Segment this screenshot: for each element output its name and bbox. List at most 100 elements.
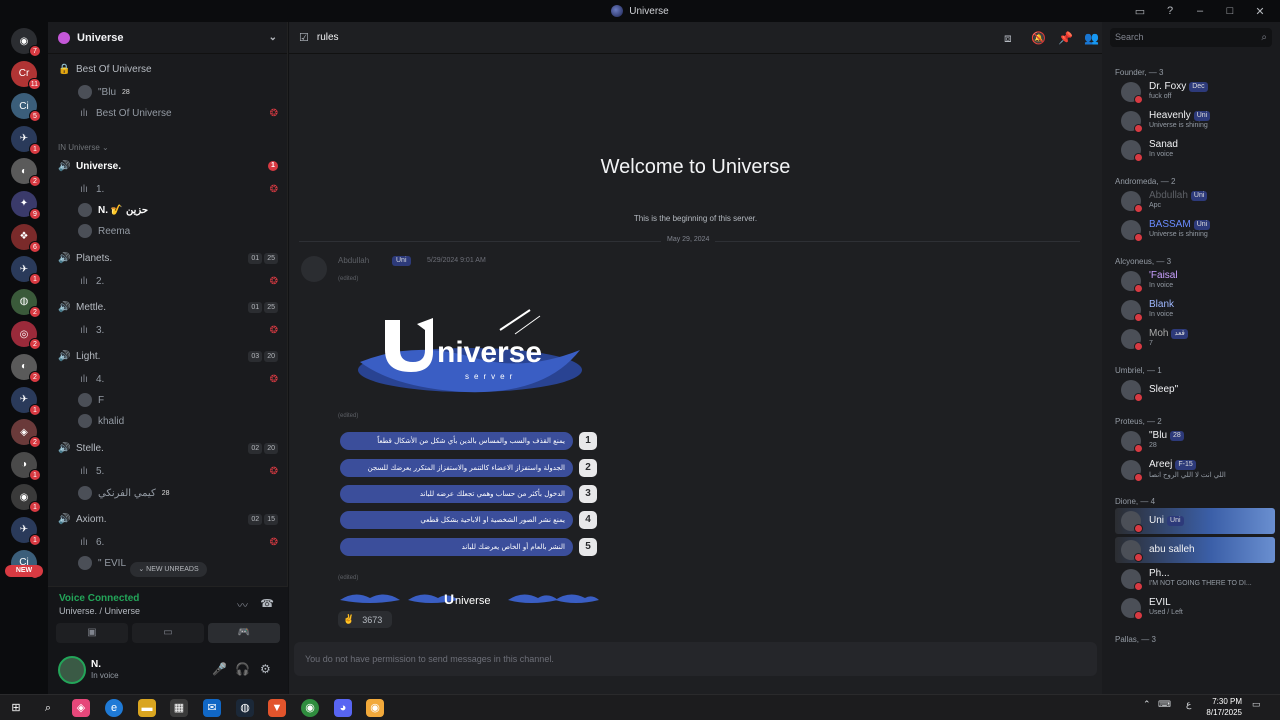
voice-user[interactable]: كيمي الفرنكي 28 xyxy=(78,484,278,502)
event-icon[interactable]: ❂ xyxy=(270,537,278,548)
member-item[interactable]: Ph... I'M NOT GOING THERE TO DI... xyxy=(1115,566,1275,592)
channel-item[interactable]: ılı 3. ❂ xyxy=(78,321,278,339)
store-icon[interactable]: ▦ xyxy=(170,699,188,717)
channel-item[interactable]: 🔊 Planets. 01 25 xyxy=(58,249,278,267)
message-author[interactable]: Abdullah xyxy=(338,256,369,265)
channel-item[interactable]: 🔊 Stelle. 02 20 xyxy=(58,439,278,457)
voice-user[interactable]: khalid xyxy=(78,412,278,430)
notification-muted-icon[interactable]: 🔕 xyxy=(1031,31,1046,45)
server-icon[interactable]: ◍ 2 xyxy=(11,288,41,318)
voice-user[interactable]: "Blu 28 xyxy=(78,83,278,101)
member-item[interactable]: Areej F-15 اللي انت لا اللي الروح انصا xyxy=(1115,457,1275,483)
member-item[interactable]: Abdullah Uni Apc xyxy=(1115,188,1275,214)
server-icon[interactable]: ✈ 1 xyxy=(11,386,41,416)
avatar[interactable] xyxy=(301,256,327,282)
copilot-icon[interactable]: ◈ xyxy=(72,699,90,717)
minimize-button[interactable]: – xyxy=(1192,5,1208,17)
server-icon[interactable]: ◐ 2 xyxy=(11,158,41,188)
member-item[interactable]: Moh قعد 7 xyxy=(1115,326,1275,352)
member-item[interactable]: Sanad In voice xyxy=(1115,137,1275,163)
voice-status[interactable]: Voice Connected xyxy=(59,593,139,604)
voice-user[interactable]: N. 🎷 حزين xyxy=(78,201,278,219)
member-list-icon[interactable]: 👥 xyxy=(1084,31,1099,45)
member-item[interactable]: Uni Uni xyxy=(1115,508,1275,534)
steam-icon[interactable]: ◍ xyxy=(236,699,254,717)
brave-icon[interactable]: ▼ xyxy=(268,699,286,717)
event-icon[interactable]: ❂ xyxy=(270,276,278,287)
channel-item[interactable]: ılı 6. ❂ xyxy=(78,533,278,551)
headphones-icon[interactable]: 🎧 xyxy=(235,662,250,676)
server-icon[interactable]: ◑ 1 xyxy=(11,451,41,481)
event-icon[interactable]: ❂ xyxy=(270,466,278,477)
screen-share-button[interactable]: ▭ xyxy=(132,623,204,643)
threads-icon[interactable]: ⧈ xyxy=(1004,31,1012,46)
server-icon[interactable]: ✦ 9 xyxy=(11,190,41,220)
reaction-button[interactable]: ✌ 3673 xyxy=(338,611,392,628)
channel-item[interactable]: 🔊 Universe. 1 xyxy=(58,157,278,175)
member-item[interactable]: Sleep" xyxy=(1115,377,1275,403)
keyboard-icon[interactable]: ⌨ xyxy=(1158,699,1171,710)
channel-item[interactable]: 🔊 Axiom. 02 15 xyxy=(58,510,278,528)
discord-icon[interactable]: ◕ xyxy=(334,699,352,717)
avatar[interactable] xyxy=(58,656,86,684)
server-icon[interactable]: ✈ 1 xyxy=(11,256,41,286)
event-icon[interactable]: ❂ xyxy=(270,374,278,385)
mic-icon[interactable]: 🎤 xyxy=(212,662,227,676)
language-icon[interactable]: ع xyxy=(1186,699,1191,710)
member-item[interactable]: BASSAM Uni Universe is shining xyxy=(1115,217,1275,243)
member-item[interactable]: Heavenly Uni Universe is shining xyxy=(1115,108,1275,134)
member-item[interactable]: abu salleh xyxy=(1115,537,1275,563)
voice-location[interactable]: Universe. / Universe xyxy=(59,606,140,616)
voice-user[interactable]: F xyxy=(78,391,278,409)
member-item[interactable]: "Blu 28 28 xyxy=(1115,428,1275,454)
channel-item[interactable]: ılı 2. ❂ xyxy=(78,272,278,290)
chrome-icon[interactable]: ◉ xyxy=(301,699,319,717)
server-icon[interactable]: ◉ 1 xyxy=(11,484,41,514)
notification-icon[interactable]: ▭ xyxy=(1252,699,1261,710)
maximize-button[interactable]: □ xyxy=(1222,5,1238,17)
new-servers-pill[interactable]: NEW xyxy=(5,565,43,577)
channel-item[interactable]: 🔊 Light. 03 20 xyxy=(58,347,278,365)
member-item[interactable]: Dr. Foxy Dec fuck off xyxy=(1115,79,1275,105)
server-icon[interactable]: ✈ 1 xyxy=(11,516,41,546)
server-icon[interactable]: ◈ 2 xyxy=(11,419,41,449)
disconnect-icon[interactable]: ☎ xyxy=(260,597,274,610)
clock[interactable]: 7:30 PM 8/17/2025 xyxy=(1206,696,1242,718)
help-icon[interactable]: ? xyxy=(1162,5,1178,17)
windows-start-icon[interactable]: ⊞ xyxy=(7,699,25,717)
channel-item[interactable]: 🔊 Mettle. 01 25 xyxy=(58,298,278,316)
member-item[interactable]: 'Faisal In voice xyxy=(1115,268,1275,294)
camera-button[interactable]: ▣ xyxy=(56,623,128,643)
member-item[interactable]: Blank In voice xyxy=(1115,297,1275,323)
server-icon[interactable]: ◎ 2 xyxy=(11,321,41,351)
channel-item[interactable]: ılı 5. ❂ xyxy=(78,462,278,480)
channel-item[interactable]: ılı 4. ❂ xyxy=(78,370,278,388)
new-unreads-button[interactable]: ⌄ NEW UNREADS xyxy=(130,562,207,577)
event-icon[interactable]: ❂ xyxy=(270,108,278,119)
channel-item[interactable]: ılı 1. ❂ xyxy=(78,180,278,198)
server-icon[interactable]: Ci5 xyxy=(11,93,41,123)
pin-icon[interactable]: 📌 xyxy=(1058,31,1073,45)
edge-icon[interactable]: e xyxy=(105,699,123,717)
channel-item[interactable]: 🔒 Best Of Universe xyxy=(58,60,278,78)
gear-icon[interactable]: ⚙ xyxy=(260,662,271,676)
server-header[interactable]: Universe ⌄ xyxy=(48,22,287,54)
inbox-icon[interactable]: ▭ xyxy=(1132,5,1148,18)
file-explorer-icon[interactable]: ▬ xyxy=(138,699,156,717)
activity-button[interactable]: 🎮 xyxy=(208,623,280,643)
chevron-up-icon[interactable]: ⌃ xyxy=(1143,699,1151,710)
server-icon[interactable]: ❖ 6 xyxy=(11,223,41,253)
voice-user[interactable]: Reema xyxy=(78,222,278,240)
home-button[interactable]: ◉ 7 xyxy=(11,28,41,57)
close-button[interactable]: ✕ xyxy=(1252,5,1268,18)
chrome-canary-icon[interactable]: ◉ xyxy=(366,699,384,717)
member-item[interactable]: EVIL Used / Left xyxy=(1115,595,1275,621)
search-icon[interactable]: ⌕ xyxy=(39,699,57,717)
event-icon[interactable]: ❂ xyxy=(270,184,278,195)
event-icon[interactable]: ❂ xyxy=(270,325,278,336)
search-input[interactable]: Search ⌕ xyxy=(1110,28,1272,47)
channel-item[interactable]: ılı Best Of Universe ❂ xyxy=(78,104,278,122)
noise-suppression-icon[interactable]: 〰 xyxy=(237,597,248,613)
server-icon[interactable]: ◐ 2 xyxy=(11,353,41,383)
server-icon[interactable]: ✈ 1 xyxy=(11,125,41,155)
